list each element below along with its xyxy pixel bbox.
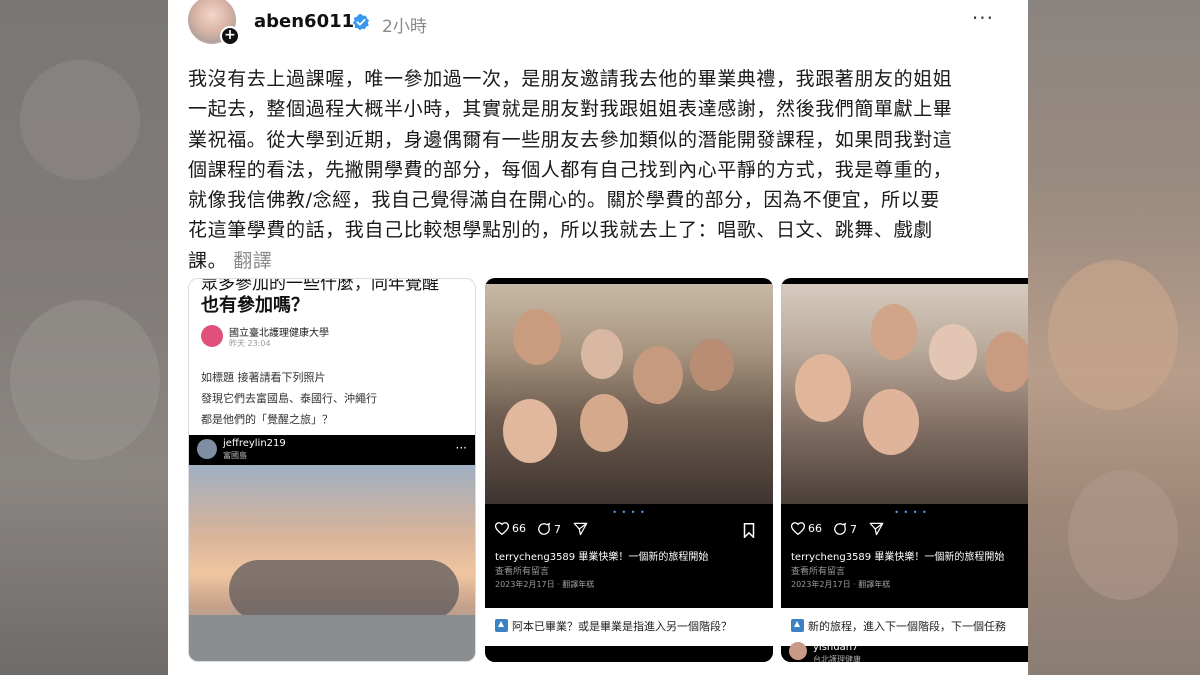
reply-text: 阿本已畢業？或是畢業是指進入另一個階段？ <box>512 620 732 633</box>
comment-action[interactable]: 7 <box>833 522 857 536</box>
send-icon <box>573 522 588 536</box>
caption-end: 課。 <box>188 249 228 272</box>
embedded-user-avatar <box>197 439 217 459</box>
reply-comment: 阿本已畢業？或是畢業是指進入另一個階段？ <box>485 608 773 646</box>
up-arrow-icon <box>495 619 508 632</box>
caption-line: 個課程的看法，先撇開學費的部分，每個人都有自己找到內心平靜的方式，我是尊重的， <box>188 158 953 181</box>
comment-count: 7 <box>850 522 857 536</box>
school-avatar-icon <box>201 325 223 347</box>
embedded-ig-header: jeffreylin219 富國島 ··· <box>189 435 475 465</box>
username[interactable]: aben6011 <box>254 11 354 32</box>
commenter-avatar <box>789 642 807 660</box>
ig-post-date: 2023年2月17日 · 翻譯年糕 <box>791 580 891 589</box>
post-header: + aben6011 2小時 ··· <box>188 0 1008 46</box>
like-action[interactable]: 66 <box>791 522 822 535</box>
commenter-subtitle: 台北護理健康 <box>813 655 861 662</box>
forum-body-line: 都是他們的「覺醒之旅」？ <box>201 413 333 426</box>
comment-icon <box>538 522 551 535</box>
image-card-1[interactable]: 眾多參加的一些什麼，同年覺醒 也有參加嗎？ 國立臺北護理健康大學 昨天 23:0… <box>188 278 476 662</box>
ig-post-date: 2023年2月17日 · 翻譯年糕 <box>495 580 595 589</box>
image-card-3[interactable]: • • • • 66 7 terrycheng3589 畢業快樂！一個新的旅程開… <box>781 278 1028 662</box>
caption-line: 就像我信佛教/念經，我自己覺得滿自在開心的。關於學費的部分，因為不便宜，所以要 <box>188 189 940 212</box>
embedded-location: 富國島 <box>223 451 247 460</box>
verified-badge-icon <box>352 13 370 31</box>
forum-post-title: 也有參加嗎？ <box>201 295 309 316</box>
commenter-username: yishuan7 <box>813 642 859 653</box>
forum-author-school: 國立臺北護理健康大學 <box>229 328 329 339</box>
group-sunset-photo <box>189 465 475 661</box>
caption-line: 花這筆學費的話，我自己比較想學點別的，所以我就去上了：唱歌、日文、跳舞、戲劇 <box>188 219 933 242</box>
threads-post: + aben6011 2小時 ··· 我沒有去上過課喔，唯一參加過一次，是朋友邀… <box>168 0 1028 675</box>
forum-post-date: 昨天 23:04 <box>229 339 271 348</box>
blurred-background-left <box>0 0 168 675</box>
group-selfie-photo <box>781 284 1028 504</box>
forum-body-line: 如標題 接著請看下列照片 <box>201 371 326 384</box>
more-options-icon: ··· <box>455 441 467 455</box>
ig-action-bar: 66 7 <box>495 522 755 544</box>
share-action[interactable] <box>573 522 588 536</box>
carousel-pager: • • • • <box>612 508 646 517</box>
like-count: 66 <box>512 522 526 535</box>
comment-count: 7 <box>554 522 561 536</box>
send-icon <box>869 522 884 536</box>
forum-post-body: 如標題 接著請看下列照片 發現它們去富國島、泰國行、沖繩行 都是他們的「覺醒之旅… <box>201 367 377 430</box>
view-comments-link[interactable]: 查看所有留言 <box>495 564 549 577</box>
caption-line: 我沒有去上過課喔，唯一參加過一次，是朋友邀請我去他的畢業典禮，我跟著朋友的姐姐 <box>188 68 953 90</box>
translate-link[interactable]: 翻譯 <box>233 250 272 272</box>
caption-line: 一起去，整個過程大概半小時，其實就是朋友對我跟姐姐表達感謝，然後我們簡單獻上畢 <box>188 98 953 121</box>
ig-action-bar: 66 7 <box>791 522 1028 544</box>
comment-action[interactable]: 7 <box>537 522 561 536</box>
share-action[interactable] <box>869 522 884 536</box>
blurred-background-right <box>1028 0 1200 675</box>
ig-caption: terrycheng3589 畢業快樂！一個新的旅程開始 <box>495 552 709 563</box>
like-action[interactable]: 66 <box>495 522 526 535</box>
reply-comment: 新的旅程，進入下一個階段，下一個任務 <box>781 608 1028 646</box>
heart-icon <box>495 522 509 535</box>
up-arrow-icon <box>791 619 804 632</box>
caption-line: 業祝福。從大學到近期，身邊偶爾有一些朋友去參加類似的潛能開發課程，如果問我對這 <box>188 128 953 151</box>
view-comments-link[interactable]: 查看所有留言 <box>791 564 845 577</box>
post-caption: 我沒有去上過課喔，唯一參加過一次，是朋友邀請我去他的畢業典禮，我跟著朋友的姐姐 … <box>188 64 998 276</box>
more-options-icon[interactable]: ··· <box>972 6 994 30</box>
image-card-2[interactable]: • • • • 66 7 terrycheng3589 畢業快樂！一個新的旅程開… <box>485 278 773 662</box>
bookmark-icon[interactable] <box>743 523 755 538</box>
comment-icon <box>834 522 847 535</box>
reply-footer <box>485 646 773 662</box>
follow-plus-icon[interactable]: + <box>220 26 240 46</box>
embedded-username: jeffreylin219 <box>223 438 286 449</box>
ig-caption: terrycheng3589 畢業快樂！一個新的旅程開始 <box>791 552 1005 563</box>
forum-body-line: 發現它們去富國島、泰國行、沖繩行 <box>201 392 377 405</box>
heart-icon <box>791 522 805 535</box>
caption-line-last: 課。 翻譯 <box>188 246 998 276</box>
post-time: 2小時 <box>382 17 427 37</box>
reply-text: 新的旅程，進入下一個階段，下一個任務 <box>808 620 1006 633</box>
carousel-pager: • • • • <box>894 508 928 517</box>
group-selfie-photo <box>485 284 773 504</box>
like-count: 66 <box>808 522 822 535</box>
